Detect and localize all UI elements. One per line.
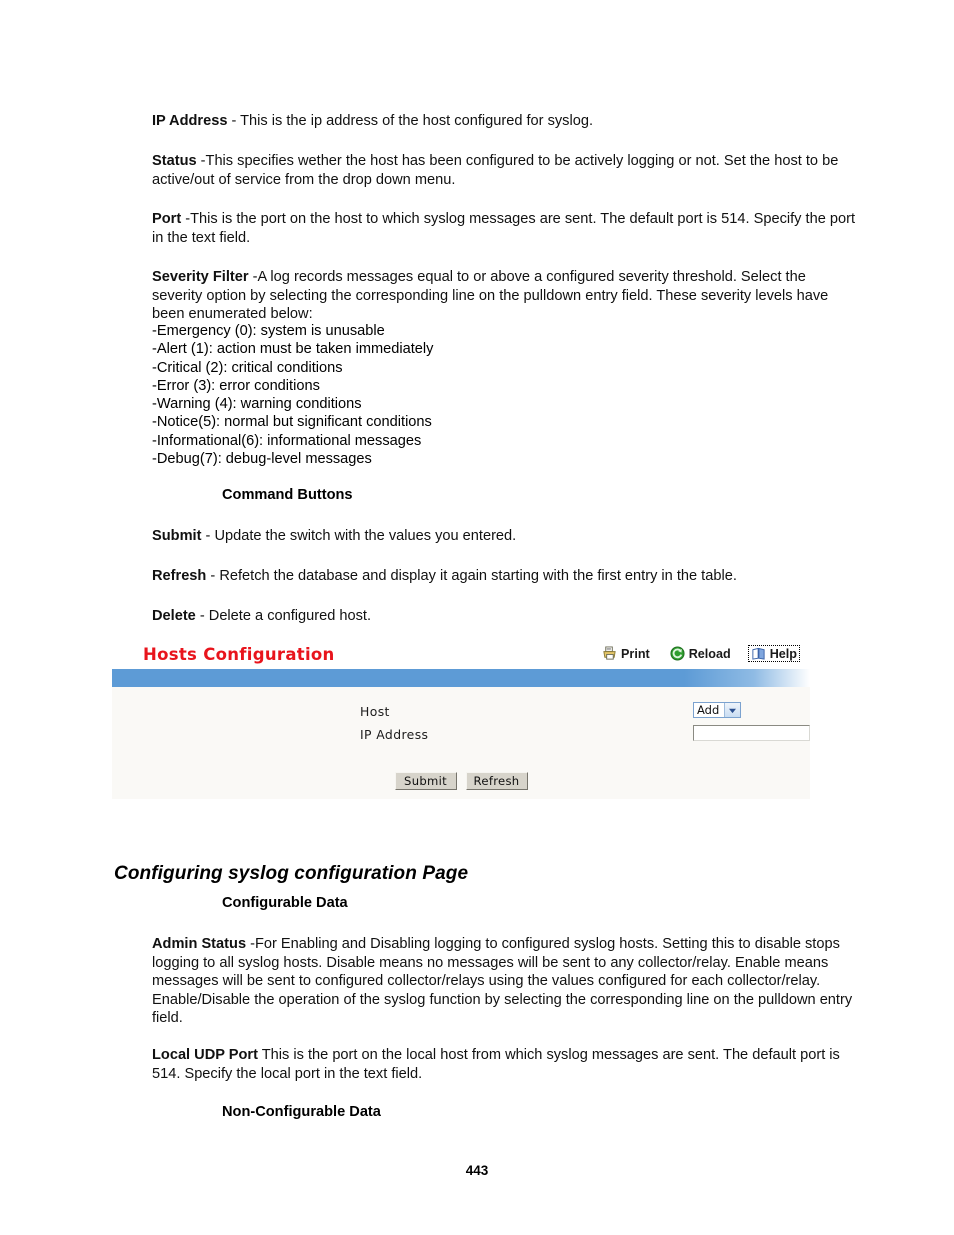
paragraph-severity-filter-text: -A log records messages equal to or abov… — [152, 269, 829, 323]
paragraph-delete-text: - Delete a configured host. — [195, 608, 372, 624]
print-button[interactable]: Print — [599, 645, 653, 662]
severity-level-list: -Emergency (0): system is unusable -Aler… — [152, 322, 858, 468]
paragraph-refresh: Refresh - Refetch the database and displ… — [152, 567, 858, 586]
host-select-value: Add — [697, 703, 720, 717]
page-number: 443 — [465, 1163, 489, 1178]
paragraph-port: Port -This is the port on the host to wh… — [152, 210, 858, 247]
panel-toolbar: Print Reload Help — [599, 645, 800, 662]
term-admin-status: Admin Status — [152, 936, 247, 952]
paragraph-admin-status: Admin Status -For Enabling and Disabling… — [152, 935, 858, 1028]
host-select[interactable]: Add — [693, 702, 741, 718]
ip-address-input[interactable] — [693, 725, 810, 741]
paragraph-delete: Delete - Delete a configured host. — [152, 607, 858, 626]
term-delete: Delete — [152, 608, 196, 624]
panel-accent-bar — [112, 669, 810, 687]
reload-button[interactable]: Reload — [667, 645, 734, 662]
paragraph-submit-text: - Update the switch with the values you … — [201, 528, 517, 544]
document-page: IP Address - This is the ip address of t… — [0, 0, 954, 1235]
hosts-configuration-panel: Hosts Configuration Print Reload Help Ho… — [112, 641, 810, 799]
paragraph-submit: Submit - Update the switch with the valu… — [152, 527, 858, 546]
paragraph-status-text: -This specifies wether the host has been… — [152, 153, 839, 188]
command-buttons-heading: Command Buttons — [222, 487, 353, 503]
ip-address-label: IP Address — [360, 726, 429, 742]
non-configurable-data-heading: Non-Configurable Data — [222, 1104, 381, 1120]
help-label: Help — [769, 646, 797, 661]
panel-body: Host Add IP Address Submit Refresh — [112, 687, 810, 799]
paragraph-local-udp-port: Local UDP Port This is the port on the l… — [152, 1046, 858, 1083]
paragraph-severity-filter: Severity Filter -A log records messages … — [152, 268, 858, 324]
term-status: Status — [152, 153, 197, 169]
help-book-icon — [751, 646, 766, 661]
term-submit: Submit — [152, 528, 202, 544]
printer-icon — [602, 646, 617, 661]
help-button[interactable]: Help — [747, 645, 800, 662]
severity-level-item: -Warning (4): warning conditions — [152, 396, 362, 413]
chevron-down-icon[interactable] — [724, 703, 740, 717]
severity-level-item: -Alert (1): action must be taken immedia… — [152, 341, 434, 358]
severity-level-item: -Error (3): error conditions — [152, 377, 320, 394]
configurable-data-heading: Configurable Data — [222, 895, 348, 911]
paragraph-status: Status -This specifies wether the host h… — [152, 152, 858, 189]
term-refresh: Refresh — [152, 568, 207, 584]
submit-button[interactable]: Submit — [394, 772, 457, 790]
severity-level-item: -Debug(7): debug-level messages — [152, 451, 372, 468]
severity-level-item: -Critical (2): critical conditions — [152, 359, 343, 376]
paragraph-admin-status-text: -For Enabling and Disabling logging to c… — [152, 936, 853, 1027]
reload-icon — [670, 646, 685, 661]
term-ip-address: IP Address — [152, 113, 228, 129]
severity-level-item: -Emergency (0): system is unusable — [152, 323, 385, 339]
severity-level-item: -Notice(5): normal but significant condi… — [152, 414, 432, 431]
host-field-row: Host Add — [360, 702, 741, 720]
severity-level-item: -Informational(6): informational message… — [152, 432, 422, 449]
panel-title: Hosts Configuration — [143, 645, 335, 664]
term-port: Port — [152, 211, 182, 227]
paragraph-refresh-text: - Refetch the database and display it ag… — [206, 568, 737, 584]
term-severity-filter: Severity Filter — [152, 269, 249, 285]
refresh-button[interactable]: Refresh — [465, 772, 528, 790]
paragraph-port-text: -This is the port on the host to which s… — [152, 211, 856, 246]
panel-header: Hosts Configuration Print Reload Help — [112, 641, 810, 669]
paragraph-ip-address: IP Address - This is the ip address of t… — [152, 112, 858, 131]
term-local-udp-port: Local UDP Port — [152, 1047, 258, 1063]
panel-button-row: Submit Refresh — [112, 772, 810, 790]
reload-label: Reload — [688, 646, 731, 661]
print-label: Print — [621, 646, 650, 661]
host-label: Host — [360, 703, 390, 719]
ip-address-field-row: IP Address — [360, 725, 810, 743]
paragraph-ip-address-text: - This is the ip address of the host con… — [227, 113, 594, 129]
page-section-heading: Configuring syslog configuration Page — [114, 863, 469, 884]
